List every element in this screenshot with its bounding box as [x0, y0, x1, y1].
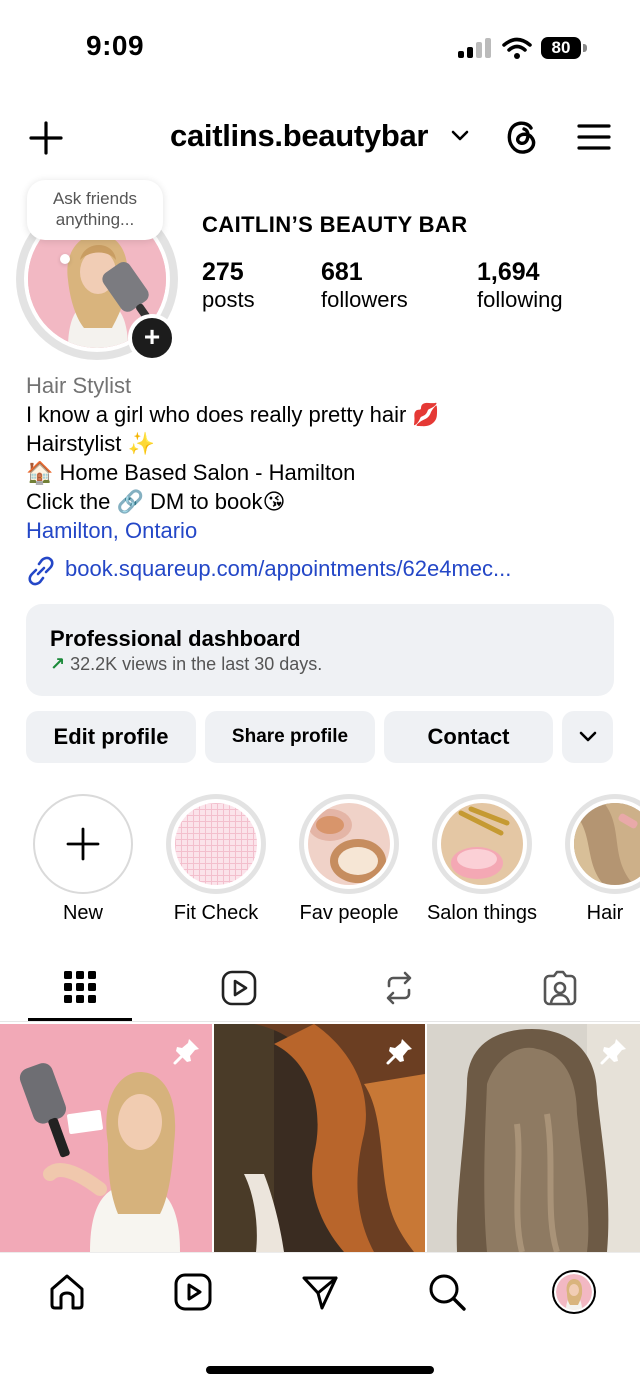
following-label: following [477, 287, 563, 312]
highlight-cover [308, 803, 390, 885]
note-bubble[interactable]: Ask friends anything... [27, 180, 163, 240]
avatar-thumbnail [556, 1274, 592, 1310]
share-profile-button[interactable]: Share profile [205, 711, 375, 763]
suggested-accounts-button[interactable] [562, 711, 613, 763]
battery-indicator: 80 [541, 37, 581, 59]
posts-label: posts [202, 287, 255, 312]
menu-button[interactable] [574, 118, 614, 156]
profile-username[interactable]: caitlins.beautybar [170, 118, 429, 154]
battery-nub [583, 44, 587, 52]
grid-post[interactable] [214, 1024, 425, 1252]
highlight-cover [441, 803, 523, 885]
location-link[interactable]: Hamilton, Ontario [26, 518, 197, 544]
dashboard-title: Professional dashboard [50, 626, 301, 651]
followers-label: followers [321, 287, 408, 312]
bio-line: I know a girl who does really pretty hai… [26, 402, 440, 427]
cellular-signal-icon [458, 38, 492, 58]
threads-icon [507, 121, 536, 154]
pin-icon [386, 1039, 412, 1065]
wifi-icon [502, 37, 532, 59]
grid-icon[interactable] [63, 970, 97, 1004]
profile-tab-avatar[interactable] [552, 1270, 596, 1314]
dashboard-subtitle: ↗ 32.2K views in the last 30 days. [50, 654, 322, 675]
plus-icon [29, 121, 63, 155]
chevron-down-icon [579, 731, 596, 742]
website-link[interactable]: book.squareup.com/appointments/62e4mec..… [65, 556, 511, 582]
plus-icon [66, 827, 100, 861]
home-icon[interactable] [47, 1272, 87, 1312]
create-button[interactable] [26, 118, 66, 158]
threads-button[interactable] [502, 116, 542, 158]
bio-line: Hairstylist ✨ [26, 431, 155, 456]
edit-profile-button[interactable]: Edit profile [26, 711, 196, 763]
coffee-photo [308, 803, 390, 885]
highlight-label: Fit Check [173, 902, 259, 924]
reels-tab-icon[interactable] [221, 970, 257, 1006]
salon-products-photo [441, 803, 523, 885]
new-highlight-button[interactable] [33, 794, 133, 894]
messages-icon[interactable] [300, 1272, 340, 1312]
reels-icon[interactable] [174, 1273, 212, 1311]
contact-button[interactable]: Contact [384, 711, 553, 763]
link-icon [28, 556, 54, 586]
highlight-label: Hair [586, 902, 624, 924]
reposts-tab-icon[interactable] [381, 970, 417, 1006]
highlight-label: Fav people [299, 902, 399, 924]
bio-line: Click the 🔗 DM to book😘 [26, 489, 286, 514]
add-story-button[interactable]: + [128, 314, 176, 362]
bio-line: 🏠 Home Based Salon - Hamilton [26, 460, 356, 485]
dashboard-views-text: 32.2K views in the last 30 days. [70, 654, 323, 674]
grid-post[interactable] [0, 1024, 212, 1252]
status-time: 9:09 [86, 30, 145, 61]
following-stat[interactable]: 1,694 following [477, 258, 563, 313]
tabs-divider [0, 1021, 640, 1022]
grid-post[interactable] [427, 1024, 640, 1252]
hamburger-menu-icon [577, 124, 611, 150]
pin-icon [173, 1039, 199, 1065]
profile-display-name: CAITLIN’S BEAUTY BAR [202, 212, 468, 237]
chevron-down-icon[interactable] [450, 128, 470, 144]
search-icon[interactable] [427, 1272, 467, 1312]
followers-count: 681 [321, 258, 363, 286]
highlight-label: Salon things [426, 902, 538, 924]
home-indicator [206, 1366, 434, 1374]
posts-stat[interactable]: 275 posts [202, 258, 255, 313]
highlight-label: New [62, 902, 103, 924]
note-bubble-tail [60, 254, 70, 264]
following-count: 1,694 [477, 258, 540, 286]
trend-up-arrow-icon: ↗ [50, 654, 66, 674]
pin-icon [600, 1039, 626, 1065]
posts-count: 275 [202, 258, 244, 286]
tagged-tab-icon[interactable] [541, 970, 579, 1006]
highlight-cover [175, 803, 257, 885]
followers-stat[interactable]: 681 followers [321, 258, 408, 313]
profile-category: Hair Stylist [26, 373, 132, 398]
